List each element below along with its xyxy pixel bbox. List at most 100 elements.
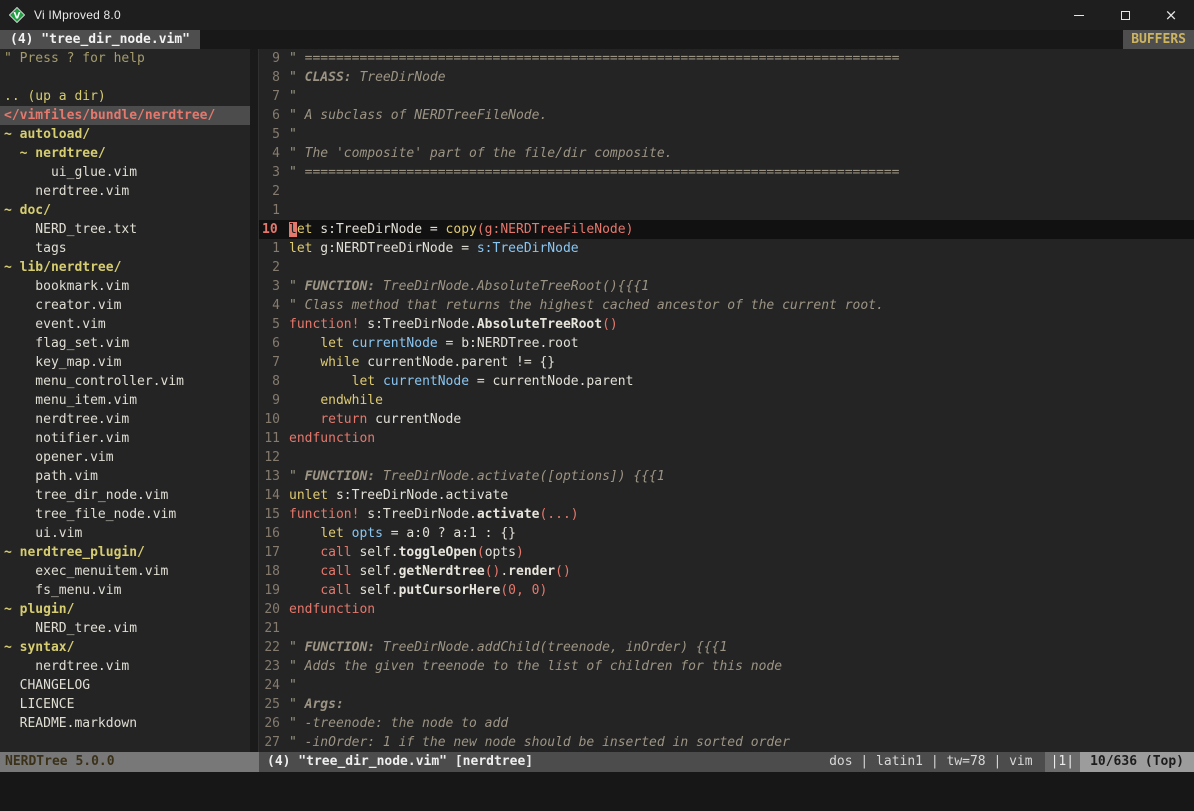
tree-file-item[interactable]: tree_file_node.vim: [0, 505, 250, 524]
tree-updir-item[interactable]: .. (up a dir): [0, 87, 250, 106]
editor-line[interactable]: 19 call self.putCursorHere(0, 0): [259, 581, 1194, 600]
editor-line[interactable]: 5function! s:TreeDirNode.AbsoluteTreeRoo…: [259, 315, 1194, 334]
editor-line[interactable]: 1let g:NERDTreeDirNode = s:TreeDirNode: [259, 239, 1194, 258]
line-number: 5: [259, 315, 289, 334]
editor-line[interactable]: 21: [259, 619, 1194, 638]
editor-line[interactable]: 15function! s:TreeDirNode.activate(...): [259, 505, 1194, 524]
editor-line[interactable]: 6" A subclass of NERDTreeFileNode.: [259, 106, 1194, 125]
tree-file-item[interactable]: creator.vim: [0, 296, 250, 315]
nerdtree-statusline: NERDTree 5.0.0: [0, 752, 259, 772]
statusline-flags: dos | latin1 | tw=78 | vim: [817, 752, 1045, 772]
tree-dir-item[interactable]: ~ lib/nerdtree/: [0, 258, 250, 277]
maximize-icon: [1121, 11, 1130, 20]
editor-line[interactable]: 1: [259, 201, 1194, 220]
tree-dir-item[interactable]: ~ nerdtree_plugin/: [0, 543, 250, 562]
tree-file-item[interactable]: key_map.vim: [0, 353, 250, 372]
tree-file-item[interactable]: opener.vim: [0, 448, 250, 467]
editor-line[interactable]: 8 let currentNode = currentNode.parent: [259, 372, 1194, 391]
tree-file-item[interactable]: NERD_tree.vim: [0, 619, 250, 638]
tree-file-item[interactable]: fs_menu.vim: [0, 581, 250, 600]
tree-file-item[interactable]: menu_item.vim: [0, 391, 250, 410]
editor-line[interactable]: 17 call self.toggleOpen(opts): [259, 543, 1194, 562]
tree-file-item[interactable]: tree_dir_node.vim: [0, 486, 250, 505]
tree-dir-item[interactable]: ~ nerdtree/: [0, 144, 250, 163]
tree-file-item[interactable]: event.vim: [0, 315, 250, 334]
editor-line[interactable]: 25" Args:: [259, 695, 1194, 714]
tree-file-item[interactable]: exec_menuitem.vim: [0, 562, 250, 581]
editor-line[interactable]: 27" -inOrder: 1 if the new node should b…: [259, 733, 1194, 752]
code-text: endfunction: [289, 600, 1194, 619]
editor-line[interactable]: 24": [259, 676, 1194, 695]
vertical-split[interactable]: [250, 49, 259, 752]
maximize-button[interactable]: [1102, 0, 1148, 30]
editor-line[interactable]: 23" Adds the given treenode to the list …: [259, 657, 1194, 676]
tree-file-item[interactable]: path.vim: [0, 467, 250, 486]
editor-line[interactable]: 4" Class method that returns the highest…: [259, 296, 1194, 315]
statusline: NERDTree 5.0.0 (4) "tree_dir_node.vim" […: [0, 752, 1194, 772]
tree-file-item[interactable]: bookmark.vim: [0, 277, 250, 296]
tree-dir-item[interactable]: ~ syntax/: [0, 638, 250, 657]
tree-file-item[interactable]: CHANGELOG: [0, 676, 250, 695]
code-text: let currentNode = currentNode.parent: [289, 372, 1194, 391]
tree-file-item[interactable]: NERD_tree.txt: [0, 220, 250, 239]
line-number: 4: [259, 144, 289, 163]
titlebar[interactable]: V Vi IMproved 8.0 ×: [0, 0, 1194, 30]
line-number: 6: [259, 334, 289, 353]
window-controls: ×: [1056, 0, 1194, 30]
line-number: 2: [259, 182, 289, 201]
tree-file-item[interactable]: nerdtree.vim: [0, 410, 250, 429]
tree-file-item[interactable]: README.markdown: [0, 714, 250, 733]
editor-line[interactable]: 7": [259, 87, 1194, 106]
line-number: 1: [259, 201, 289, 220]
editor-line[interactable]: 2: [259, 258, 1194, 277]
code-text: let opts = a:0 ? a:1 : {}: [289, 524, 1194, 543]
editor-line[interactable]: 11endfunction: [259, 429, 1194, 448]
editor-line[interactable]: 20endfunction: [259, 600, 1194, 619]
editor-line[interactable]: 9 endwhile: [259, 391, 1194, 410]
editor-line[interactable]: 10 return currentNode: [259, 410, 1194, 429]
code-text: let g:NERDTreeDirNode = s:TreeDirNode: [289, 239, 1194, 258]
editor-line[interactable]: 8" CLASS: TreeDirNode: [259, 68, 1194, 87]
editor-line[interactable]: 7 while currentNode.parent != {}: [259, 353, 1194, 372]
vim-window: V Vi IMproved 8.0 × (4) "tree_dir_node.v…: [0, 0, 1194, 811]
tree-file-item[interactable]: notifier.vim: [0, 429, 250, 448]
line-number: 8: [259, 68, 289, 87]
statusline-buffer-indicator: |1|: [1045, 752, 1080, 772]
editor-line[interactable]: 16 let opts = a:0 ? a:1 : {}: [259, 524, 1194, 543]
code-text: [289, 619, 1194, 638]
tree-root-item[interactable]: </vimfiles/bundle/nerdtree/: [0, 106, 250, 125]
editor-line[interactable]: 5": [259, 125, 1194, 144]
editor-line[interactable]: 26" -treenode: the node to add: [259, 714, 1194, 733]
editor-line[interactable]: 13" FUNCTION: TreeDirNode.activate([opti…: [259, 467, 1194, 486]
tree-file-item[interactable]: ui.vim: [0, 524, 250, 543]
editor-line[interactable]: 18 call self.getNerdtree().render(): [259, 562, 1194, 581]
editor-line[interactable]: 2: [259, 182, 1194, 201]
editor-line[interactable]: 3" FUNCTION: TreeDirNode.AbsoluteTreeRoo…: [259, 277, 1194, 296]
editor-line[interactable]: 14unlet s:TreeDirNode.activate: [259, 486, 1194, 505]
tree-file-item[interactable]: nerdtree.vim: [0, 182, 250, 201]
line-number: 17: [259, 543, 289, 562]
tree-file-item[interactable]: nerdtree.vim: [0, 657, 250, 676]
tree-dir-item[interactable]: ~ plugin/: [0, 600, 250, 619]
editor-line[interactable]: 22" FUNCTION: TreeDirNode.addChild(treen…: [259, 638, 1194, 657]
tree-file-item[interactable]: menu_controller.vim: [0, 372, 250, 391]
tree-dir-item[interactable]: ~ autoload/: [0, 125, 250, 144]
code-text: ": [289, 125, 1194, 144]
tab-tree-dir-node-vim[interactable]: (4) "tree_dir_node.vim": [0, 30, 200, 49]
editor-panel: 9" =====================================…: [259, 49, 1194, 752]
editor-line[interactable]: 3" =====================================…: [259, 163, 1194, 182]
tree-file-item[interactable]: tags: [0, 239, 250, 258]
editor-line[interactable]: 4" The 'composite' part of the file/dir …: [259, 144, 1194, 163]
editor-line[interactable]: 12: [259, 448, 1194, 467]
tree-file-item[interactable]: LICENCE: [0, 695, 250, 714]
line-number: 13: [259, 467, 289, 486]
tree-file-item[interactable]: flag_set.vim: [0, 334, 250, 353]
tree-file-item[interactable]: ui_glue.vim: [0, 163, 250, 182]
line-number: 15: [259, 505, 289, 524]
close-button[interactable]: ×: [1148, 0, 1194, 30]
editor-line[interactable]: 6 let currentNode = b:NERDTree.root: [259, 334, 1194, 353]
minimize-button[interactable]: [1056, 0, 1102, 30]
editor-line[interactable]: 9" =====================================…: [259, 49, 1194, 68]
tree-dir-item[interactable]: ~ doc/: [0, 201, 250, 220]
editor-current-line[interactable]: 10let s:TreeDirNode = copy(g:NERDTreeFil…: [259, 220, 1194, 239]
